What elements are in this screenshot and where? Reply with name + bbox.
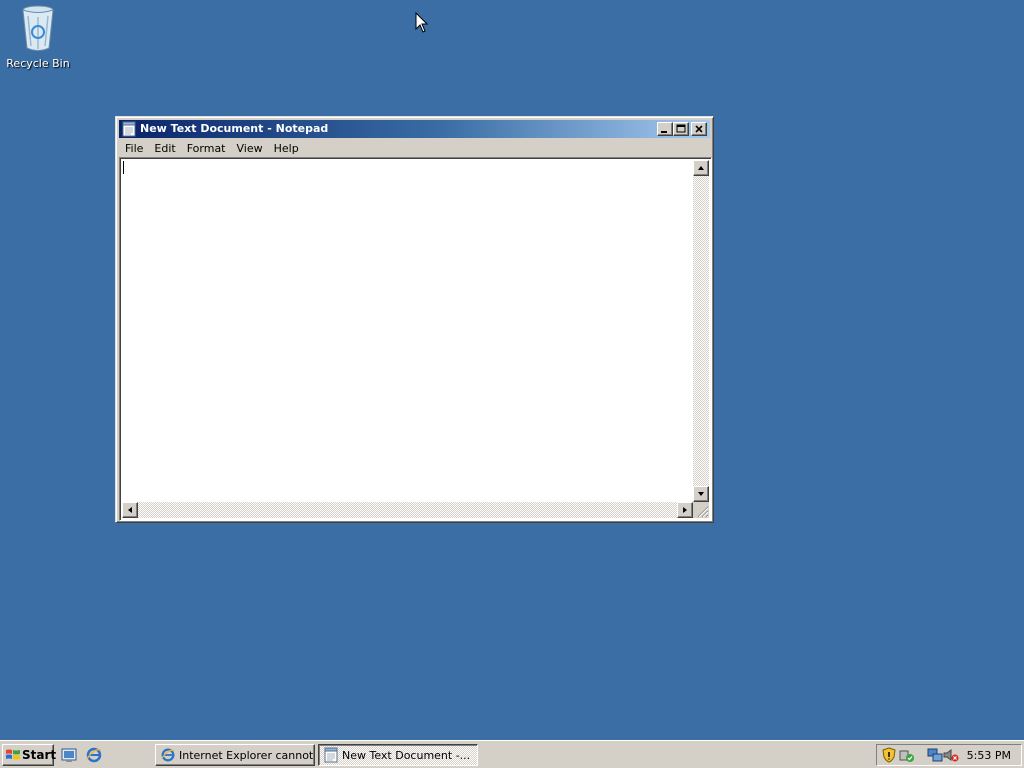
arrow-right-icon xyxy=(683,507,687,513)
internet-explorer-icon[interactable] xyxy=(85,746,103,764)
notepad-icon xyxy=(122,121,136,137)
menu-format[interactable]: Format xyxy=(181,142,231,155)
close-button[interactable] xyxy=(691,122,707,136)
text-caret xyxy=(123,161,124,174)
horizontal-scrollbar[interactable] xyxy=(122,502,693,518)
scroll-down-button[interactable] xyxy=(693,486,709,502)
security-shield-icon[interactable] xyxy=(881,747,897,763)
text-editor-area[interactable] xyxy=(122,160,693,502)
show-desktop-icon[interactable] xyxy=(60,746,78,764)
notepad-window[interactable]: New Text Document - Notepad File Edit Fo… xyxy=(115,116,714,523)
menu-edit[interactable]: Edit xyxy=(148,142,180,155)
arrow-up-icon xyxy=(698,166,704,170)
scroll-left-button[interactable] xyxy=(122,502,138,518)
close-icon xyxy=(695,125,703,133)
title-bar[interactable]: New Text Document - Notepad xyxy=(119,120,710,138)
vertical-scrollbar[interactable] xyxy=(693,160,709,502)
taskbar-button-label: New Text Document -... xyxy=(342,749,471,762)
maximize-button[interactable] xyxy=(673,122,689,136)
start-button[interactable]: Start xyxy=(2,744,57,766)
mouse-cursor-icon xyxy=(415,12,428,33)
volume-muted-icon[interactable] xyxy=(943,747,959,763)
system-tray: 5:53 PM xyxy=(876,744,1022,766)
scroll-right-button[interactable] xyxy=(677,502,693,518)
menu-view[interactable]: View xyxy=(231,142,268,155)
recycle-bin-icon xyxy=(22,5,54,51)
desktop-icon-label: Recycle Bin xyxy=(6,57,70,70)
scroll-up-button[interactable] xyxy=(693,160,709,176)
start-label: Start xyxy=(22,748,57,762)
internet-explorer-icon xyxy=(161,748,175,762)
clock[interactable]: 5:53 PM xyxy=(967,749,1011,762)
minimize-button[interactable] xyxy=(657,122,673,136)
arrow-left-icon xyxy=(128,507,132,513)
minimize-icon xyxy=(661,131,667,133)
taskbar-button-internet-explorer[interactable]: Internet Explorer cannot... xyxy=(155,744,315,766)
windows-logo-icon xyxy=(6,749,20,760)
network-icon[interactable] xyxy=(927,747,943,763)
desktop-icon-recycle-bin[interactable]: Recycle Bin xyxy=(4,2,72,70)
menu-help[interactable]: Help xyxy=(268,142,304,155)
menu-bar: File Edit Format View Help xyxy=(119,139,710,157)
window-title: New Text Document - Notepad xyxy=(140,122,329,135)
maximize-icon xyxy=(676,124,686,133)
editor-frame xyxy=(119,157,712,521)
resize-grip[interactable] xyxy=(693,502,709,518)
update-icon[interactable] xyxy=(899,747,915,763)
taskbar: Start Internet Explorer cannot... New Te… xyxy=(0,740,1024,768)
taskbar-button-label: Internet Explorer cannot... xyxy=(179,749,315,762)
taskbar-button-notepad[interactable]: New Text Document -... xyxy=(318,744,478,766)
arrow-down-icon xyxy=(698,492,704,496)
notepad-icon xyxy=(324,747,338,763)
resize-grip-icon xyxy=(697,506,709,518)
menu-file[interactable]: File xyxy=(119,142,148,155)
